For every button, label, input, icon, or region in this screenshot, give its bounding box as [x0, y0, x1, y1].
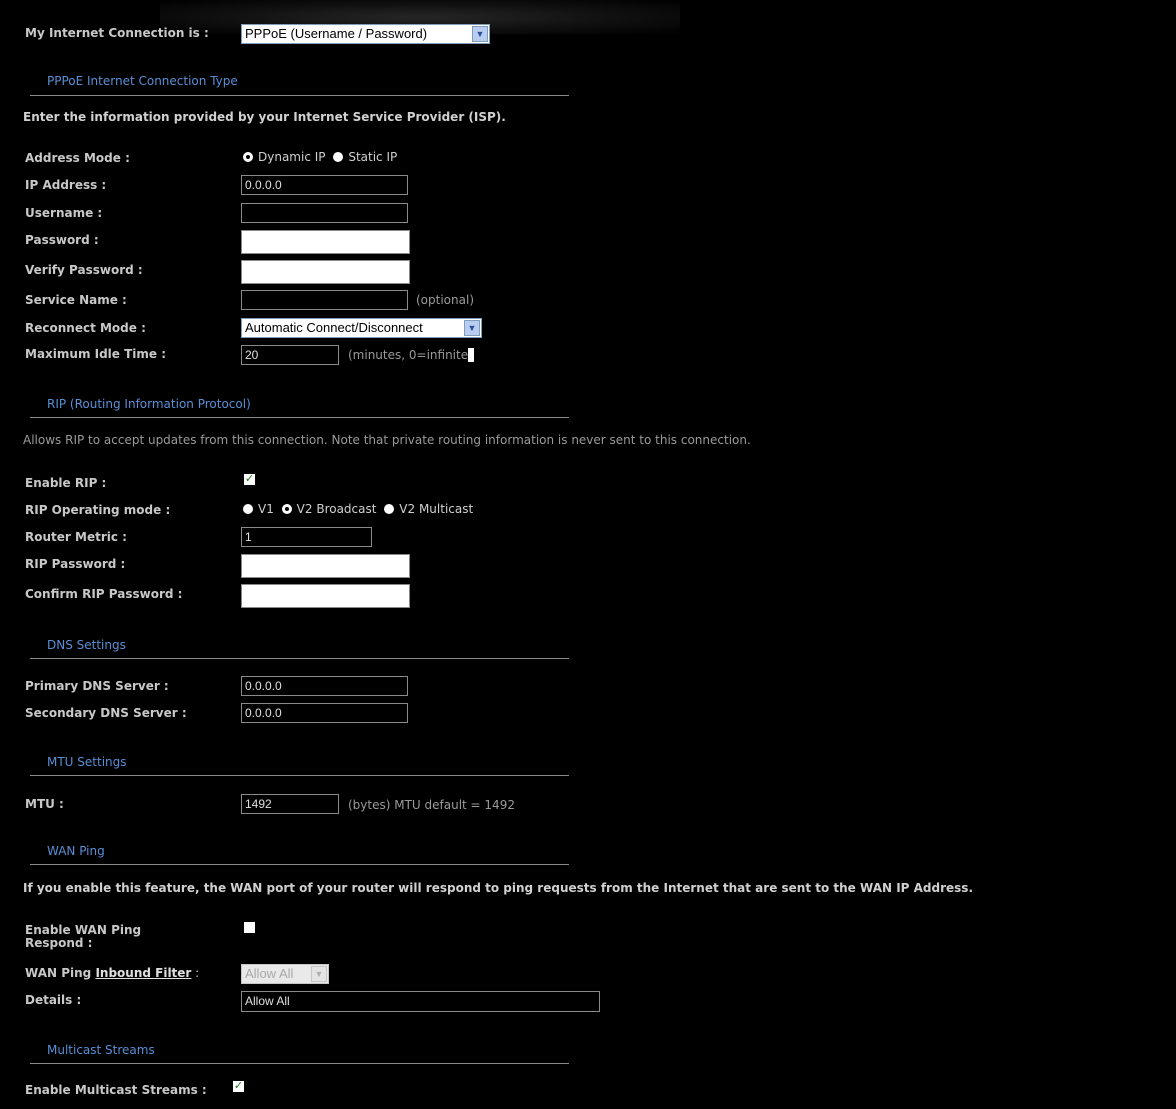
section-divider	[30, 658, 569, 659]
secondary-dns-label: Secondary DNS Server :	[25, 706, 187, 720]
password-label: Password :	[25, 233, 99, 247]
password-input[interactable]	[241, 230, 410, 254]
primary-dns-input[interactable]: 0.0.0.0	[241, 676, 408, 696]
pppoe-description: Enter the information provided by your I…	[23, 110, 506, 124]
enable-rip-checkbox[interactable]: ✓	[244, 472, 255, 485]
username-label: Username :	[25, 206, 103, 220]
connection-type-select[interactable]: PPPoE (Username / Password) ▼	[241, 24, 490, 44]
enable-rip-label: Enable RIP :	[25, 476, 107, 490]
confirm-rip-password-input[interactable]	[241, 584, 410, 608]
wan-ping-filter-label-suffix: :	[191, 966, 200, 980]
max-idle-time-input[interactable]: 20	[241, 345, 339, 365]
radio-dynamic-ip-label: Dynamic IP	[258, 150, 326, 164]
service-name-hint: (optional)	[416, 293, 474, 307]
service-name-label: Service Name :	[25, 293, 127, 307]
wan-ping-filter-label: WAN Ping Inbound Filter :	[25, 966, 199, 980]
rip-description: Allows RIP to accept updates from this c…	[23, 433, 751, 447]
address-mode-radio-group: Dynamic IP Static IP	[243, 150, 401, 164]
mtu-input[interactable]: 1492	[241, 794, 339, 814]
section-divider	[30, 775, 569, 776]
radio-rip-v2-multicast-label: V2 Multicast	[399, 502, 474, 516]
wan-ping-filter-select[interactable]: Allow All ▼	[241, 964, 329, 984]
enable-wan-ping-label: Enable WAN Ping Respond :	[25, 924, 141, 950]
section-divider	[30, 864, 569, 865]
rip-section-title: RIP (Routing Information Protocol)	[47, 397, 251, 411]
connection-type-label: My Internet Connection is :	[25, 26, 209, 40]
enable-wan-ping-label-line2: Respond :	[25, 936, 93, 950]
page-frame	[9, 0, 1175, 1109]
chevron-down-icon: ▼	[472, 26, 488, 42]
enable-wan-ping-checkbox[interactable]	[244, 922, 255, 933]
ip-address-input[interactable]: 0.0.0.0	[241, 175, 408, 195]
radio-dynamic-ip[interactable]	[243, 152, 253, 162]
reconnect-mode-select[interactable]: Automatic Connect/Disconnect ▼	[241, 318, 482, 338]
pppoe-section-title: PPPoE Internet Connection Type	[47, 74, 238, 88]
radio-rip-v1-label: V1	[258, 502, 274, 516]
rip-password-input[interactable]	[241, 554, 410, 578]
rip-mode-radio-group: V1 V2 Broadcast V2 Multicast	[243, 502, 477, 516]
enable-multicast-checkbox[interactable]: ✓	[233, 1079, 244, 1092]
verify-password-label: Verify Password :	[25, 263, 143, 277]
service-name-input[interactable]	[241, 290, 408, 310]
username-input[interactable]	[241, 203, 408, 223]
max-idle-time-hint-text: (minutes, 0=infinite	[348, 348, 469, 362]
chevron-down-icon: ▼	[464, 320, 480, 336]
max-idle-time-hint: (minutes, 0=infinite	[348, 348, 475, 362]
radio-rip-v2-multicast[interactable]	[384, 504, 395, 514]
verify-password-input[interactable]	[241, 260, 410, 284]
reconnect-mode-value: Automatic Connect/Disconnect	[245, 320, 423, 335]
confirm-rip-password-label: Confirm RIP Password :	[25, 587, 183, 601]
connection-type-value: PPPoE (Username / Password)	[245, 26, 428, 41]
section-divider	[30, 95, 569, 96]
mtu-hint: (bytes) MTU default = 1492	[348, 798, 515, 812]
max-idle-time-label: Maximum Idle Time :	[25, 347, 167, 361]
reconnect-mode-label: Reconnect Mode :	[25, 321, 146, 335]
text-cursor	[468, 348, 475, 362]
chevron-down-icon: ▼	[311, 966, 327, 982]
radio-static-ip-label: Static IP	[348, 150, 398, 164]
checkmark-icon: ✓	[244, 472, 255, 485]
checkmark-icon: ✓	[233, 1079, 244, 1092]
rip-operating-mode-label: RIP Operating mode :	[25, 503, 171, 517]
address-mode-label: Address Mode :	[25, 151, 130, 165]
router-metric-label: Router Metric :	[25, 530, 127, 544]
radio-rip-v2-broadcast-label: V2 Broadcast	[296, 502, 377, 516]
multicast-section-title: Multicast Streams	[47, 1043, 155, 1057]
radio-static-ip[interactable]	[333, 152, 344, 162]
router-metric-input[interactable]: 1	[241, 527, 372, 547]
enable-multicast-label: Enable Multicast Streams :	[25, 1083, 207, 1097]
primary-dns-label: Primary DNS Server :	[25, 679, 169, 693]
details-input[interactable]: Allow All	[241, 991, 600, 1012]
radio-rip-v2-broadcast[interactable]	[281, 504, 292, 514]
wan-ping-filter-value: Allow All	[245, 966, 294, 981]
wan-ping-filter-label-prefix: WAN Ping	[25, 966, 92, 980]
dns-section-title: DNS Settings	[47, 638, 126, 652]
mtu-label: MTU :	[25, 797, 64, 811]
section-divider	[30, 1063, 569, 1064]
rip-password-label: RIP Password :	[25, 557, 126, 571]
section-divider	[30, 417, 569, 418]
ip-address-label: IP Address :	[25, 178, 107, 192]
mtu-section-title: MTU Settings	[47, 755, 127, 769]
secondary-dns-input[interactable]: 0.0.0.0	[241, 703, 408, 723]
wan-ping-description: If you enable this feature, the WAN port…	[23, 881, 974, 895]
inbound-filter-link[interactable]: Inbound Filter	[95, 966, 191, 980]
details-label: Details :	[25, 993, 82, 1007]
wan-ping-section-title: WAN Ping	[47, 844, 105, 858]
radio-rip-v1[interactable]	[243, 504, 253, 514]
